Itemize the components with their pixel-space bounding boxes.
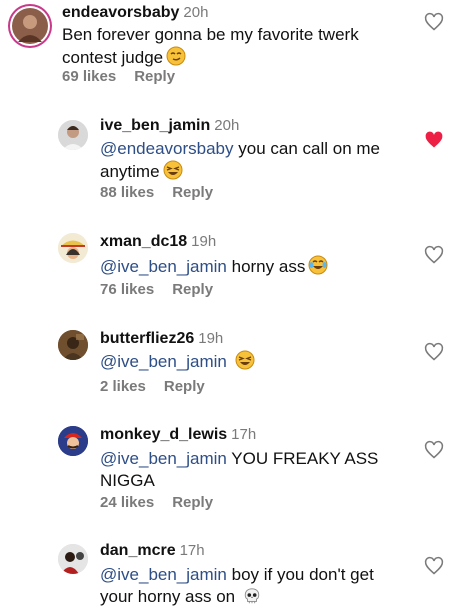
heart-icon[interactable] [424,12,444,32]
comment-text: @endeavorsbaby you can call on me anytim… [100,138,390,186]
laughing-face-icon [235,350,255,376]
mention-link[interactable]: @ive_ben_jamin [100,565,227,584]
heart-filled-icon[interactable] [424,130,444,150]
avatar-photo-icon [58,120,88,150]
avatar[interactable] [8,4,52,48]
comment-header: butterfliez26 19h [100,330,223,348]
avatar-photo-icon [58,544,88,574]
comment-text: @ive_ben_jamin horny ass [100,255,390,281]
comment-meta: 69 likes Reply [62,68,175,85]
likes-count[interactable]: 24 likes [100,494,154,511]
avatar-photo-icon [58,330,88,360]
comment-item: dan_mcre 17h @ive_ben_jamin boy if you do… [0,536,474,606]
heart-icon[interactable] [424,342,444,362]
comment-body: Ben forever gonna be my favorite twerk c… [62,25,359,67]
avatar[interactable] [58,426,88,456]
comment-header: endeavorsbaby 20h [62,4,208,22]
comment-body: horny ass [226,257,306,276]
comment-meta: 88 likes Reply [100,184,213,201]
avatar[interactable] [58,544,88,574]
avatar[interactable] [58,233,88,263]
username[interactable]: dan_mcre [100,542,176,559]
comment-meta: 76 likes Reply [100,281,213,298]
comment-header: xman_dc18 19h [100,233,216,251]
comment-text: @ive_ben_jamin [100,350,390,376]
username[interactable]: xman_dc18 [100,233,187,250]
likes-count[interactable]: 88 likes [100,184,154,201]
likes-count[interactable]: 69 likes [62,68,116,85]
mention-link[interactable]: @ive_ben_jamin [100,257,227,276]
avatar[interactable] [58,330,88,360]
username[interactable]: endeavorsbaby [62,4,179,21]
username[interactable]: ive_ben_jamin [100,117,210,134]
reply-button[interactable]: Reply [172,494,213,511]
likes-count[interactable]: 2 likes [100,378,146,395]
timestamp: 17h [231,426,257,443]
crying-laughing-face-icon [308,255,328,281]
comment-item: monkey_d_lewis 17h @ive_ben_jamin YOU FRE… [0,418,474,528]
comment-text: @ive_ben_jamin boy if you don't get your… [100,564,410,611]
heart-icon[interactable] [424,245,444,265]
username[interactable]: butterfliez26 [100,330,194,347]
avatar-photo-icon [58,426,88,456]
comment-item: ive_ben_jamin 20h @endeavorsbaby you can … [0,110,474,210]
skull-icon [243,587,261,611]
timestamp: 20h [183,4,209,21]
comment-text: @ive_ben_jamin YOU FREAKY ASS NIGGA [100,448,400,492]
heart-icon[interactable] [424,556,444,576]
reply-button[interactable]: Reply [164,378,205,395]
comment-header: ive_ben_jamin 20h [100,117,239,135]
heart-icon[interactable] [424,440,444,460]
comment-text: Ben forever gonna be my favorite twerk c… [62,24,392,72]
comment-meta: 2 likes Reply [100,378,205,395]
reply-button[interactable]: Reply [172,184,213,201]
comment-meta: 24 likes Reply [100,494,213,511]
timestamp: 19h [191,233,217,250]
username[interactable]: monkey_d_lewis [100,426,227,443]
reply-button[interactable]: Reply [134,68,175,85]
timestamp: 20h [214,117,240,134]
comment-item: butterfliez26 19h @ive_ben_jamin 2 likes R… [0,322,474,412]
avatar-photo-icon [10,6,50,46]
timestamp: 19h [198,330,224,347]
comment-item: endeavorsbaby 20h Ben forever gonna be my… [0,0,474,100]
avatar-photo-icon [58,233,88,263]
avatar[interactable] [58,120,88,150]
likes-count[interactable]: 76 likes [100,281,154,298]
timestamp: 17h [179,542,205,559]
comment-item: xman_dc18 19h @ive_ben_jamin horny ass 76… [0,225,474,315]
mention-link[interactable]: @ive_ben_jamin [100,449,227,468]
reply-button[interactable]: Reply [172,281,213,298]
laughing-face-icon [163,160,183,186]
comment-header: dan_mcre 17h [100,542,205,560]
comment-header: monkey_d_lewis 17h [100,426,256,444]
mention-link[interactable]: @ive_ben_jamin [100,352,227,371]
mention-link[interactable]: @endeavorsbaby [100,139,234,158]
